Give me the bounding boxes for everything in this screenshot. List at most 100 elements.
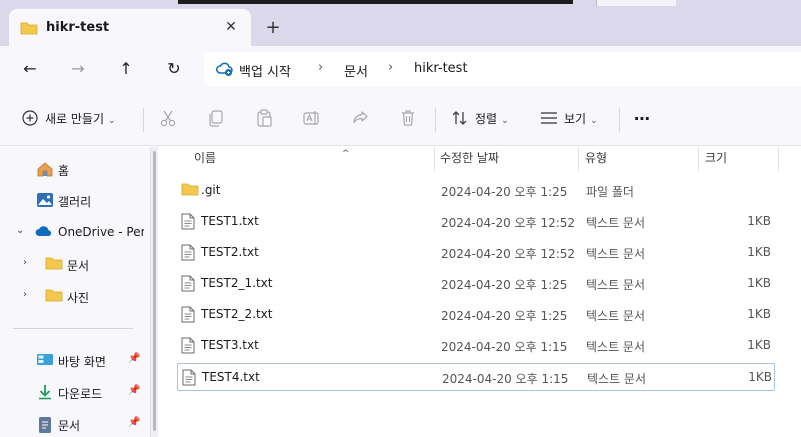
breadcrumb-separator[interactable]: › (318, 60, 323, 75)
file-modified: 2024-04-20 오후 1:15 (441, 340, 568, 354)
file-type: 텍스트 문서 (586, 216, 646, 230)
sort-button[interactable]: 정렬 ⌄ (451, 106, 509, 132)
background-window-strip (178, 0, 573, 4)
share-icon[interactable] (350, 108, 372, 130)
column-divider[interactable] (778, 147, 779, 171)
sort-icon (452, 111, 467, 125)
tab-title: hikr-test (46, 20, 110, 35)
file-name: TEST2_2.txt (201, 307, 273, 321)
sidebar-divider (13, 328, 133, 329)
sidebar-item-label: 다운로드 (58, 387, 103, 401)
file-name: TEST1.txt (201, 214, 259, 228)
sidebar-item-documents[interactable]: › 문서 (0, 250, 150, 278)
chevron-down-icon: ⌄ (501, 116, 509, 126)
file-row[interactable]: TEST1.txt 2024-04-20 오후 12:52 텍스트 문서 1KB (177, 208, 775, 236)
pin-icon[interactable]: 📌 (128, 385, 140, 396)
toolbar-divider (435, 108, 436, 132)
sidebar-item-gallery[interactable]: 갤러리 (0, 186, 150, 214)
file-size: 1KB (747, 245, 771, 259)
chevron-down-icon[interactable]: ⌄ (16, 225, 24, 236)
sidebar-scrollbar[interactable] (150, 147, 158, 437)
file-modified: 2024-04-20 오후 1:25 (441, 278, 568, 292)
navigation-pane: 홈 갤러리 ⌄ OneDrive - Pers › 문서 › 사진 바탕 화면 … (0, 147, 150, 437)
sort-label: 정렬 (475, 112, 498, 126)
file-name: TEST4.txt (202, 370, 260, 384)
file-row[interactable]: TEST3.txt 2024-04-20 오후 1:15 텍스트 문서 1KB (177, 332, 775, 360)
delete-icon[interactable] (398, 108, 420, 130)
new-button-label: 새로 만들기 (45, 112, 105, 126)
file-modified: 2024-04-20 오후 12:52 (441, 247, 576, 261)
sidebar-item-downloads[interactable]: 다운로드 📌 (0, 378, 150, 406)
file-modified: 2024-04-20 오후 1:25 (441, 309, 568, 323)
file-row[interactable]: TEST2_1.txt 2024-04-20 오후 1:25 텍스트 문서 1KB (177, 270, 775, 298)
address-bar[interactable]: 백업 시작 › 문서 › hikr-test (204, 52, 801, 86)
forward-button[interactable]: → (62, 54, 94, 84)
rename-icon[interactable] (302, 108, 324, 130)
copy-icon[interactable] (206, 108, 228, 130)
toolbar-divider (143, 108, 144, 132)
sidebar-item-onedrive[interactable]: ⌄ OneDrive - Pers (0, 218, 150, 246)
sidebar-item-desktop[interactable]: 바탕 화면 📌 (0, 346, 150, 374)
up-button[interactable]: ↑ (110, 54, 142, 84)
breadcrumb-hikr-test[interactable]: hikr-test (414, 61, 468, 76)
file-type: 텍스트 문서 (586, 340, 646, 354)
sidebar-item-label: 갤러리 (58, 195, 92, 209)
new-button[interactable]: 새로 만들기 ⌄ (22, 106, 116, 132)
column-header-name[interactable]: ^ 이름 (194, 149, 434, 174)
cloud-backup-icon (216, 61, 234, 80)
breadcrumb-documents[interactable]: 문서 (344, 61, 368, 80)
chevron-right-icon[interactable]: › (23, 289, 27, 300)
column-divider[interactable] (698, 147, 699, 171)
view-label: 보기 (564, 112, 587, 126)
refresh-button[interactable]: ↻ (158, 54, 190, 84)
breadcrumb-backup[interactable]: 백업 시작 (239, 61, 291, 80)
text-file-icon (181, 244, 195, 264)
breadcrumb-separator[interactable]: › (388, 60, 393, 75)
sidebar-item-documents-pinned[interactable]: 문서 📌 (0, 410, 150, 437)
column-header-type[interactable]: 유형 (585, 150, 695, 174)
text-file-icon (181, 306, 195, 326)
column-header-modified[interactable]: 수정한 날짜 (440, 150, 576, 174)
file-name: .git (201, 183, 221, 197)
view-list-icon (541, 112, 557, 124)
column-header-size[interactable]: 크기 (705, 150, 775, 174)
file-modified: 2024-04-20 오후 12:52 (441, 216, 576, 230)
file-row[interactable]: TEST4.txt 2024-04-20 오후 1:15 텍스트 문서 1KB (177, 363, 775, 391)
close-tab-button[interactable]: ✕ (221, 17, 241, 37)
cut-icon[interactable] (158, 108, 180, 130)
command-bar: 새로 만들기 ⌄ 정렬 ⌄ 보기 ⌄ ⋯ (0, 92, 801, 146)
new-tab-button[interactable]: + (262, 17, 284, 39)
tab-hikr-test[interactable]: hikr-test ✕ (9, 9, 251, 47)
sidebar-item-label: 바탕 화면 (58, 355, 106, 369)
desktop-icon (36, 352, 54, 371)
back-button[interactable]: ← (14, 54, 46, 84)
chevron-right-icon[interactable]: › (23, 257, 27, 268)
file-name: TEST3.txt (201, 338, 259, 352)
navigation-bar: ← → ↑ ↻ 백업 시작 › 문서 › hikr-test (0, 46, 801, 92)
view-button[interactable]: 보기 ⌄ (540, 106, 598, 132)
chevron-down-icon: ⌄ (108, 116, 116, 126)
sidebar-item-label: 문서 (58, 419, 81, 433)
pin-icon[interactable]: 📌 (128, 417, 140, 428)
sidebar-item-pictures[interactable]: › 사진 (0, 282, 150, 310)
text-file-icon (181, 337, 195, 357)
scrollbar-thumb[interactable] (153, 151, 156, 431)
paste-icon[interactable] (254, 108, 276, 130)
column-header-label: 이름 (194, 151, 217, 165)
sidebar-item-label: 홈 (58, 164, 70, 178)
file-type: 텍스트 문서 (586, 247, 646, 261)
sidebar-item-home[interactable]: 홈 (0, 155, 150, 183)
file-row[interactable]: TEST2.txt 2024-04-20 오후 12:52 텍스트 문서 1KB (177, 239, 775, 267)
file-row[interactable]: .git 2024-04-20 오후 1:25 파일 폴더 (177, 177, 775, 205)
file-row[interactable]: TEST2_2.txt 2024-04-20 오후 1:25 텍스트 문서 1KB (177, 301, 775, 329)
cloud-icon (35, 224, 53, 241)
background-window-strip (596, 0, 676, 6)
more-options-button[interactable]: ⋯ (634, 106, 650, 132)
column-divider[interactable] (434, 147, 435, 171)
document-icon (37, 416, 53, 437)
folder-icon (20, 21, 38, 38)
text-file-icon (181, 213, 195, 233)
file-modified: 2024-04-20 오후 1:25 (441, 185, 568, 199)
column-divider[interactable] (578, 147, 579, 171)
pin-icon[interactable]: 📌 (128, 353, 140, 364)
